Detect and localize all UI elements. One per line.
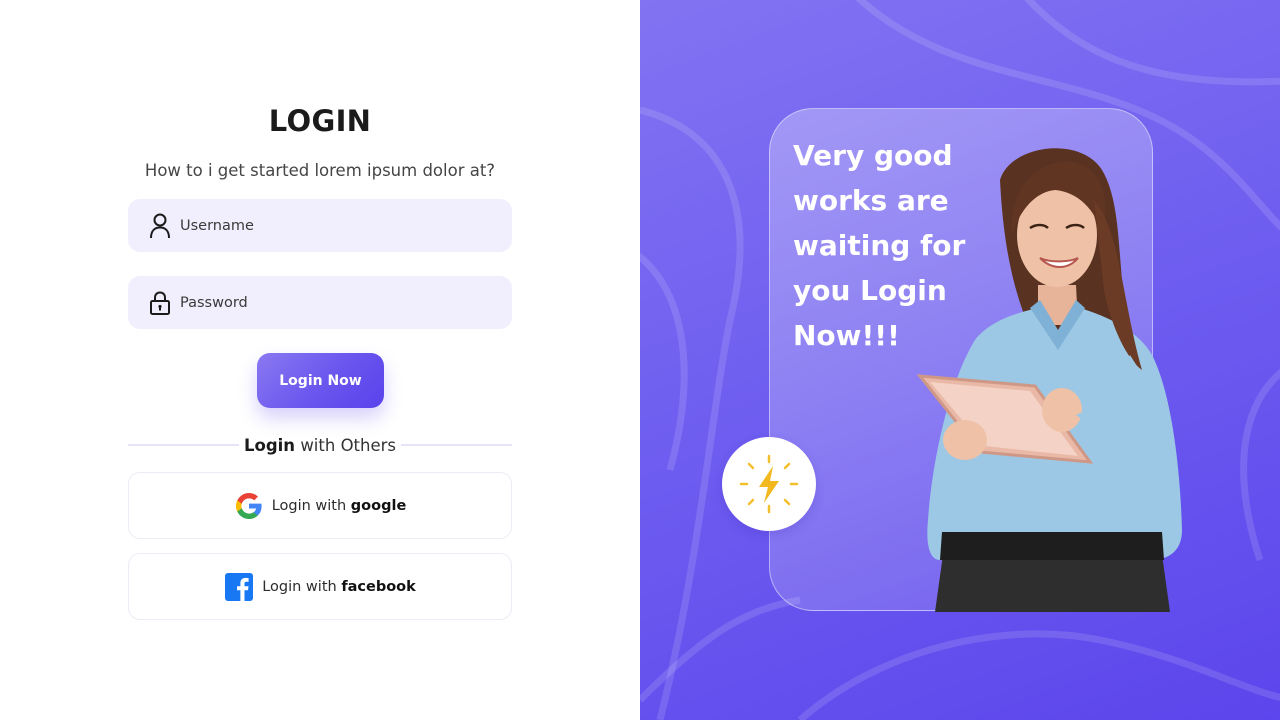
lightning-badge: [722, 437, 816, 531]
divider-line-right: [401, 444, 512, 446]
password-field[interactable]: [128, 276, 512, 329]
login-with-facebook-button[interactable]: Login with facebook: [128, 553, 512, 620]
google-label-bold: google: [350, 497, 407, 514]
google-label-prefix: Login with: [271, 497, 347, 514]
page-subtitle: How to i get started lorem ipsum dolor a…: [144, 161, 496, 180]
facebook-button-label: Login with facebook: [262, 579, 416, 595]
promo-panel: Very good works are waiting for you Logi…: [640, 0, 1280, 720]
lightning-bolt-icon: [739, 454, 799, 514]
divider-label: Login with Others: [239, 436, 401, 455]
lock-icon: [148, 289, 172, 317]
page-title: LOGIN: [268, 104, 372, 138]
username-field[interactable]: [128, 199, 512, 252]
divider-line-left: [128, 444, 239, 446]
login-with-google-button[interactable]: Login with google: [128, 472, 512, 539]
facebook-label-prefix: Login with: [262, 578, 337, 595]
facebook-logo-icon: [224, 572, 254, 602]
user-icon: [148, 212, 172, 240]
woman-with-tablet-image: [916, 148, 1182, 612]
google-logo-icon: [234, 491, 264, 521]
password-input[interactable]: [180, 287, 480, 318]
divider-label-rest: with Others: [300, 435, 397, 455]
login-now-button[interactable]: Login Now: [257, 353, 384, 408]
login-with-others-divider: Login with Others: [128, 434, 512, 456]
login-panel: LOGIN How to i get started lorem ipsum d…: [0, 0, 640, 720]
facebook-label-bold: facebook: [341, 578, 416, 595]
divider-label-bold: Login: [243, 435, 296, 455]
username-input[interactable]: [180, 210, 480, 241]
google-button-label: Login with google: [272, 498, 407, 514]
